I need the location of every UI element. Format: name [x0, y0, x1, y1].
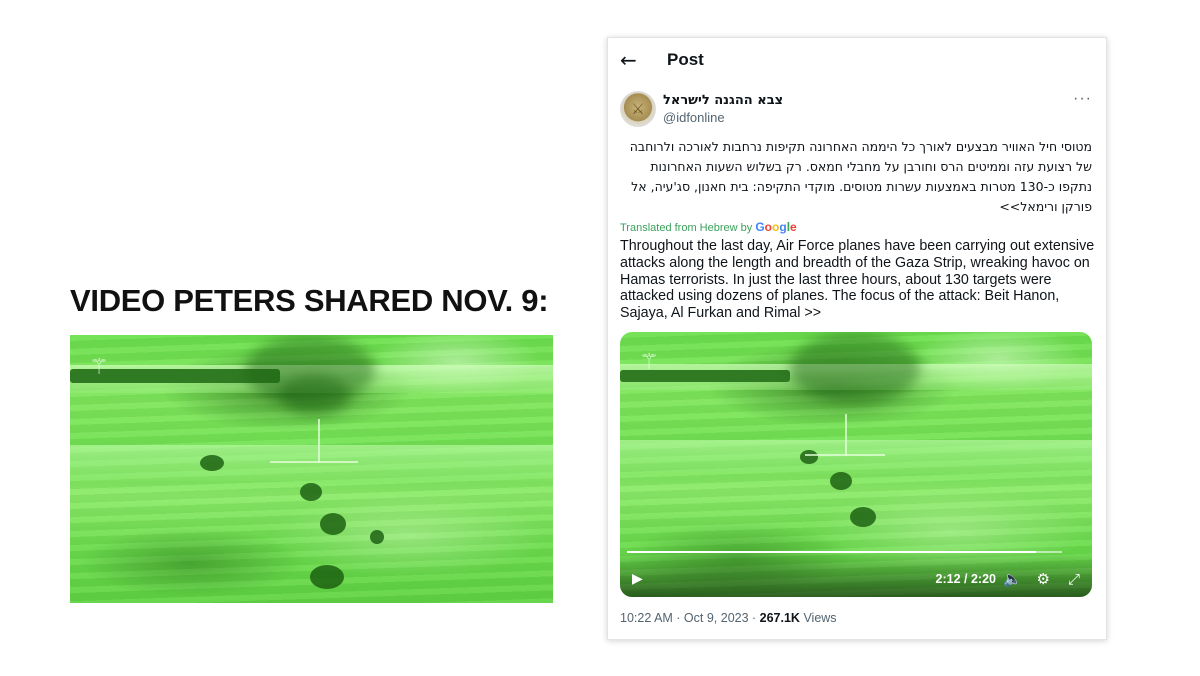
smoke-haze	[280, 375, 350, 415]
post-video[interactable]: ⚚ ▶ 2:12 / 2:20 🔈 ⚙ ⤢	[620, 332, 1092, 597]
play-icon[interactable]: ▶	[632, 571, 643, 587]
idf-logo-icon: ⚔	[631, 100, 645, 118]
idf-logo-icon: ⚚	[639, 350, 659, 375]
crosshair-vertical	[318, 419, 320, 463]
post-timestamp[interactable]: 10:22 AM · Oct 9, 2023 ·	[620, 611, 760, 625]
volume-icon[interactable]: 🔈	[1003, 570, 1022, 588]
ground-blob	[800, 450, 818, 464]
post-header: ← Post	[608, 38, 1106, 82]
avatar[interactable]: ⚔	[620, 91, 656, 127]
ground-blob	[300, 483, 322, 501]
translation-attribution[interactable]: Translated from Hebrew by Google	[620, 220, 797, 234]
google-logo: Google	[755, 220, 797, 234]
ground-blob	[830, 472, 852, 490]
post-meta: 10:22 AM · Oct 9, 2023 · 267.1K Views	[620, 611, 837, 625]
video-progress-bar[interactable]	[627, 551, 1062, 553]
left-video-frame[interactable]: ⚚	[70, 335, 553, 603]
ground-blob	[370, 530, 384, 544]
video-time: 2:12 / 2:20	[935, 572, 996, 586]
ground-blob	[320, 513, 346, 535]
ground-blob	[850, 507, 876, 527]
road-band	[70, 445, 553, 481]
ground-blob	[310, 565, 344, 589]
gear-icon[interactable]: ⚙	[1037, 570, 1050, 588]
crosshair-vertical	[845, 414, 847, 456]
views-count: 267.1K	[759, 611, 800, 625]
post-text-hebrew: מטוסי חיל האוויר מבצעים לאורך כל היממה ה…	[629, 139, 1092, 214]
fullscreen-icon[interactable]: ⤢	[1068, 570, 1080, 588]
post-card: ← Post ⚔ צבא ההגנה לישראל @idfonline ···…	[607, 37, 1107, 640]
video-progress-fill	[627, 551, 1036, 553]
more-options-button[interactable]: ···	[1073, 90, 1092, 108]
post-title: Post	[667, 50, 704, 69]
ground-blob	[200, 455, 224, 471]
smoke-haze	[790, 332, 920, 404]
post-text-translated: Throughout the last day, Air Force plane…	[620, 238, 1095, 322]
author-handle[interactable]: @idfonline	[663, 110, 725, 125]
idf-logo-icon: ⚚	[89, 355, 109, 380]
translation-label: Translated from Hebrew by	[620, 222, 753, 234]
author-display-name[interactable]: צבא ההגנה לישראל	[663, 93, 783, 108]
arrow-left-icon[interactable]: ←	[620, 48, 637, 72]
views-label: Views	[799, 611, 837, 625]
left-heading: VIDEO PETERS SHARED NOV. 9:	[70, 283, 549, 318]
crosshair-horizontal	[270, 461, 358, 463]
road-band	[620, 440, 1092, 474]
